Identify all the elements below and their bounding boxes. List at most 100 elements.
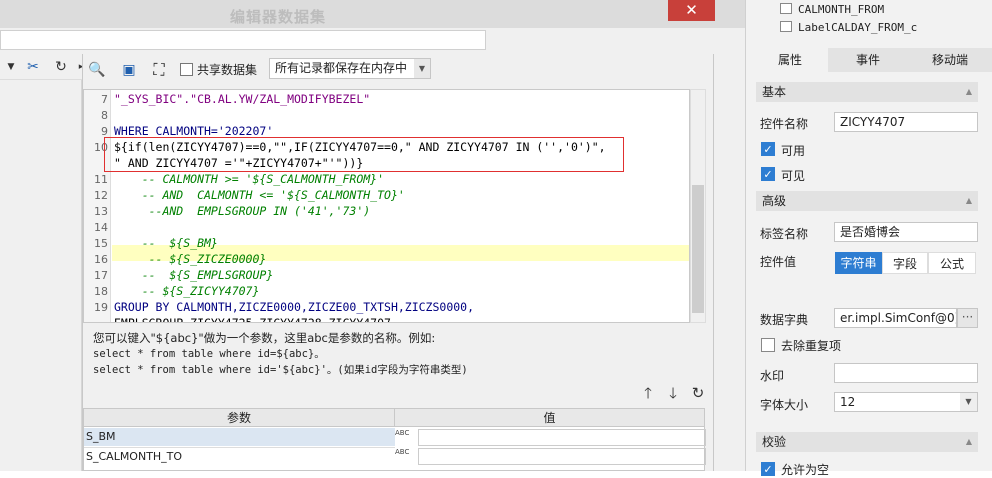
line-number: 13 <box>94 205 108 218</box>
value-type-formula[interactable]: 公式 <box>928 252 976 274</box>
param-table: 参数 值 S_BM S_CALMONTH_TO ABC ABC <box>83 408 706 471</box>
section-advanced[interactable]: 高级 ▲ <box>756 191 978 211</box>
hint-line-3: select * from table where id='${abc}'。(如… <box>93 364 468 376</box>
code-line: -- CALMONTH >= '${S_CALMONTH_FROM}' <box>114 172 385 186</box>
property-tabs: 属性 事件 移动端 <box>752 48 992 72</box>
dedupe-label: 去除重复项 <box>781 339 842 353</box>
value-type-string[interactable]: 字符串 <box>835 252 882 274</box>
chevron-down-icon: ▼ <box>960 393 977 411</box>
font-size-label: 字体大小 <box>760 398 809 412</box>
code-line: -- AND CALMONTH <= '${S_CALMONTH_TO}' <box>114 188 405 202</box>
editor-scrollbar-thumb[interactable] <box>692 185 704 313</box>
dedupe-checkbox[interactable] <box>761 338 775 352</box>
preview-icon[interactable]: 🔍 <box>86 59 108 81</box>
dialog-toolbar: 🔍 ▣ ⛶ 共享数据集 所有记录都保存在内存中 ▼ <box>82 57 714 83</box>
param-row-1[interactable]: S_CALMONTH_TO <box>84 447 395 465</box>
visible-label: 可见 <box>781 169 806 183</box>
label-icon <box>780 21 792 32</box>
memory-select-value: 所有记录都保存在内存中 <box>275 61 408 75</box>
background-titlebar <box>0 0 745 28</box>
watermark-label: 水印 <box>760 369 785 383</box>
collapse-icon: ▲ <box>965 437 972 446</box>
value-header: 值 <box>395 409 704 427</box>
line-number: 8 <box>101 109 108 122</box>
tag-name-label: 标签名称 <box>760 227 809 241</box>
sql-editor[interactable]: 7 "_SYS_BIC"."CB.AL.YW/ZAL_MODIFYBEZEL" 8 9… <box>83 89 690 323</box>
memory-select[interactable]: 所有记录都保存在内存中 ▼ <box>269 58 431 79</box>
line-number: 17 <box>94 269 108 282</box>
param-row-0[interactable]: S_BM <box>84 428 395 446</box>
type-icon[interactable]: ABC <box>395 430 409 437</box>
code-line: --AND EMPLSGROUP IN ('41','73') <box>114 204 371 218</box>
hint-line-2: select * from table where id=${abc}。 <box>93 348 325 360</box>
tree-item-label: LabelCALDAY_FROM_c <box>798 21 918 34</box>
section-advanced-label: 高级 <box>762 194 787 208</box>
type-label: ABC <box>395 429 410 437</box>
code-line: -- ${S_ZICYY4707} <box>114 284 260 298</box>
tag-name-input[interactable]: 是否婚博会 <box>834 222 978 242</box>
value-cell-0[interactable] <box>418 429 706 446</box>
fullscreen-icon[interactable]: ⛶ <box>148 59 170 81</box>
tree-item[interactable]: CALMONTH_FROM <box>780 3 884 16</box>
type-icon[interactable]: ABC <box>395 449 409 456</box>
visible-checkbox[interactable]: ✓ <box>761 167 775 181</box>
section-validate[interactable]: 校验 ▲ <box>756 432 978 452</box>
background-title: 编辑器数据集 <box>230 8 327 26</box>
refresh-icon[interactable]: ↻ <box>50 56 72 78</box>
dict-label: 数据字典 <box>760 313 809 327</box>
section-basic-label: 基本 <box>762 85 787 99</box>
code-line: WHERE CALMONTH='202207' <box>114 124 274 138</box>
background-field <box>0 30 486 50</box>
tab-properties[interactable]: 属性 <box>752 48 828 72</box>
code-line: -- ${S_BM} <box>114 236 218 250</box>
param-header: 参数 <box>84 409 395 427</box>
value-type-field[interactable]: 字段 <box>882 252 928 274</box>
tab-events[interactable]: 事件 <box>828 48 908 72</box>
enabled-label: 可用 <box>781 144 806 158</box>
close-button[interactable]: ✕ <box>668 0 715 21</box>
line-number: 19 <box>94 301 108 314</box>
watermark-input[interactable] <box>834 363 978 383</box>
left-toolbar: ▼ ✂ ↻ ▸ <box>0 54 83 80</box>
arrow-up-icon[interactable]: 🡑 <box>639 384 657 402</box>
annotation-red-box <box>104 137 624 172</box>
value-cell-1[interactable] <box>418 448 706 465</box>
share-label: 共享数据集 <box>197 63 258 77</box>
control-name-label: 控件名称 <box>760 117 809 131</box>
section-validate-label: 校验 <box>762 435 787 449</box>
line-number: 18 <box>94 285 108 298</box>
grid-icon <box>780 3 792 14</box>
refresh-params-icon[interactable]: ↻ <box>689 384 707 402</box>
dict-more-button[interactable]: ··· <box>957 308 978 328</box>
line-number: 16 <box>94 253 108 266</box>
line-number: 11 <box>94 173 108 186</box>
tree-item[interactable]: LabelCALDAY_FROM_c <box>780 21 917 34</box>
enabled-checkbox[interactable]: ✓ <box>761 142 775 156</box>
dropdown-arrow-icon[interactable]: ▼ <box>0 56 22 78</box>
line-number: 14 <box>94 221 108 234</box>
allow-empty-checkbox[interactable]: ✓ <box>761 462 775 476</box>
share-checkbox[interactable] <box>180 63 193 76</box>
control-value-label: 控件值 <box>760 255 797 269</box>
code-line: "_SYS_BIC"."CB.AL.YW/ZAL_MODIFYBEZEL" <box>114 92 371 106</box>
control-name-input[interactable]: ZICYY4707 <box>834 112 978 132</box>
code-line: GROUP BY CALMONTH,ZICZE0000,ZICZE00_TXTS… <box>114 300 475 314</box>
tab-mobile[interactable]: 移动端 <box>908 48 992 72</box>
code-line: -- ${S_ZICZE0000} <box>114 252 267 266</box>
left-pane <box>0 80 82 471</box>
save-icon[interactable]: ▣ <box>118 59 140 81</box>
font-size-select[interactable]: 12 ▼ <box>834 392 978 412</box>
font-size-value: 12 <box>840 395 856 409</box>
tree-item-label: CALMONTH_FROM <box>798 3 885 16</box>
code-line: -- ${S_EMPLSGROUP} <box>114 268 274 282</box>
collapse-icon: ▲ <box>965 196 972 205</box>
dict-input[interactable]: er.impl.SimConf@0]] <box>834 308 957 328</box>
line-number: 7 <box>101 93 108 106</box>
arrow-down-icon[interactable]: 🡓 <box>664 384 682 402</box>
scissors-icon[interactable]: ✂ <box>22 56 44 78</box>
hint-line-1: 您可以键入"${abc}"做为一个参数，这里abc是参数的名称。例如: <box>93 331 436 345</box>
type-label: ABC <box>395 448 410 456</box>
param-hint: 您可以键入"${abc}"做为一个参数，这里abc是参数的名称。例如: sele… <box>93 330 693 378</box>
chevron-down-icon: ▼ <box>414 59 430 78</box>
section-basic[interactable]: 基本 ▲ <box>756 82 978 102</box>
